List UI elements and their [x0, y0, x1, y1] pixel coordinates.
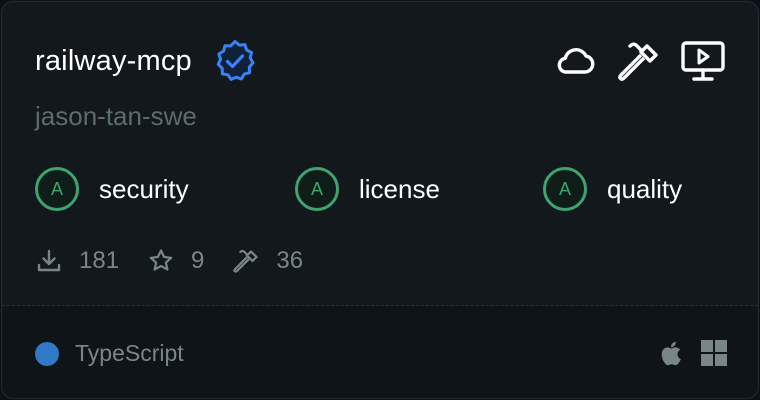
author-name[interactable]: jason-tan-swe [35, 98, 197, 134]
download-icon [35, 247, 63, 275]
grade-badge: A [35, 167, 79, 211]
capability-icons [552, 38, 726, 84]
server-name[interactable]: railway-mcp [35, 37, 192, 85]
downloads-count: 181 [79, 247, 120, 274]
card-header: railway-mcp [35, 37, 258, 85]
hammer-icon [616, 38, 662, 84]
monitor-play-icon [680, 38, 726, 84]
grade-label: license [359, 173, 440, 204]
tools-count: 36 [276, 247, 304, 274]
downloads-stat: 181 [35, 247, 119, 275]
stars-count: 9 [191, 247, 205, 274]
star-icon [147, 247, 175, 275]
windows-icon [700, 338, 728, 368]
apple-icon [658, 338, 686, 368]
hammer-icon [232, 247, 260, 275]
language-indicator: TypeScript [35, 340, 184, 367]
language-color-dot [35, 341, 59, 366]
verified-badge-icon [212, 38, 258, 84]
grade-badge: A [543, 167, 587, 211]
grade-security[interactable]: A security [35, 165, 189, 213]
grade-label: quality [607, 173, 683, 204]
cloud-icon [552, 38, 598, 84]
grade-license[interactable]: A license [295, 165, 440, 213]
platform-icons [658, 338, 728, 368]
stars-stat: 9 [147, 247, 204, 275]
server-card[interactable]: railway-mcp jason-tan-swe A security A l… [1, 1, 759, 399]
grade-badge: A [295, 167, 339, 211]
card-footer: TypeScript [2, 306, 758, 398]
language-name: TypeScript [75, 340, 184, 366]
tools-stat: 36 [232, 247, 303, 275]
stats-row: 181 9 36 [35, 242, 331, 280]
grade-label: security [99, 173, 189, 204]
grade-quality[interactable]: A quality [543, 165, 682, 213]
grade-row: A security A license A quality [35, 165, 735, 213]
